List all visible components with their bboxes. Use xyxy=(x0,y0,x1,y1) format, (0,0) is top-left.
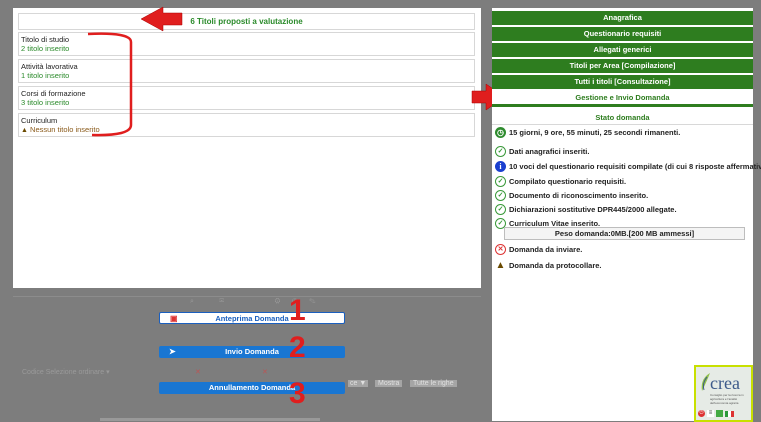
green-square-icon[interactable] xyxy=(716,410,723,417)
check-circle-icon: ✓ xyxy=(495,204,506,215)
annotation-number-3: 3 xyxy=(289,377,306,410)
status-line: i 10 voci del questionario requisiti com… xyxy=(495,161,761,172)
status-line: ✓ Compilato questionario requisiti. xyxy=(495,176,626,187)
info-icon: i xyxy=(495,161,506,172)
stato-domanda-header: Stato domanda xyxy=(492,112,753,125)
status-text: 10 voci del questionario requisiti compi… xyxy=(509,162,761,171)
pdf-icon: ▣ xyxy=(170,314,178,323)
red-arrow-left xyxy=(140,6,183,32)
status-line: ✓ Dichiarazioni sostitutive DPR445/2000 … xyxy=(495,204,677,215)
button-label: Annullamento Domanda xyxy=(208,383,296,392)
crea-logo-subtitle: Consiglio per la ricerca in agricoltura … xyxy=(710,393,744,405)
status-text: Dichiarazioni sostitutive DPR445/2000 al… xyxy=(509,205,677,214)
check-circle-icon: ✓ xyxy=(495,190,506,201)
status-line: ✓ Dati anagrafici inseriti. xyxy=(495,146,589,157)
nav-gestione-invio-domanda[interactable]: Gestione e Invio Domanda xyxy=(492,91,753,107)
button-label: Invio Domanda xyxy=(225,347,279,356)
italy-flag-icon[interactable] xyxy=(725,410,734,417)
nav-titoli-per-area[interactable]: Titoli per Area [Compilazione] xyxy=(492,59,753,74)
status-text: Compilato questionario requisiti. xyxy=(509,177,627,186)
status-text: 15 giorni, 9 ore, 55 minuti, 25 secondi … xyxy=(509,128,681,137)
crea-logo: crea Consiglio per la ricerca in agricol… xyxy=(694,365,753,422)
warning-icon: ▲ xyxy=(495,260,506,271)
status-line: ✓ Documento di riconoscimento inserito. xyxy=(495,190,648,201)
status-pending: ✕ Domanda da inviare. xyxy=(495,244,582,255)
nav-tutti-i-titoli[interactable]: Tutti i titoli [Consultazione] xyxy=(492,75,753,90)
status-text: Domanda da inviare. xyxy=(509,245,583,254)
annotation-number-1: 1 xyxy=(289,294,306,327)
nav-allegati-generici[interactable]: Allegati generici xyxy=(492,43,753,58)
send-icon: ➤ xyxy=(169,347,176,356)
nav-anagrafica[interactable]: Anagrafica xyxy=(492,11,753,26)
red-bracket xyxy=(87,32,133,137)
x-circle-icon: ✕ xyxy=(495,244,506,255)
anteprima-domanda-button[interactable]: ▣ Anteprima Domanda xyxy=(159,312,345,324)
menu-icon[interactable]: ≡ xyxy=(707,410,714,417)
status-text: Documento di riconoscimento inserito. xyxy=(509,191,649,200)
logo-toolbar: ⏻ ≡ xyxy=(698,409,748,418)
nav-questionario-requisiti[interactable]: Questionario requisiti xyxy=(492,27,753,42)
status-text: Dati anagrafici inseriti. xyxy=(509,147,590,156)
right-panel: Anagrafica Questionario requisiti Allega… xyxy=(492,8,761,421)
status-pending: ▲ Domanda da protocollare. xyxy=(495,260,602,271)
power-icon[interactable]: ⏻ xyxy=(698,410,705,417)
button-label: Anteprima Domanda xyxy=(215,314,289,323)
status-text: Domanda da protocollare. xyxy=(509,261,602,270)
peso-domanda: Peso domanda:0MB.[200 MB ammessi] xyxy=(504,227,745,240)
crea-logo-text: crea xyxy=(710,373,740,393)
annotation-number-2: 2 xyxy=(289,331,306,364)
check-circle-icon: ✓ xyxy=(495,176,506,187)
check-circle-icon: ✓ xyxy=(495,146,506,157)
clock-icon: ◷ xyxy=(495,127,506,138)
invio-domanda-button[interactable]: ➤ Invio Domanda xyxy=(159,346,345,358)
status-time-remaining: ◷ 15 giorni, 9 ore, 55 minuti, 25 second… xyxy=(495,127,680,138)
annullamento-domanda-button[interactable]: Annullamento Domanda xyxy=(159,382,345,394)
